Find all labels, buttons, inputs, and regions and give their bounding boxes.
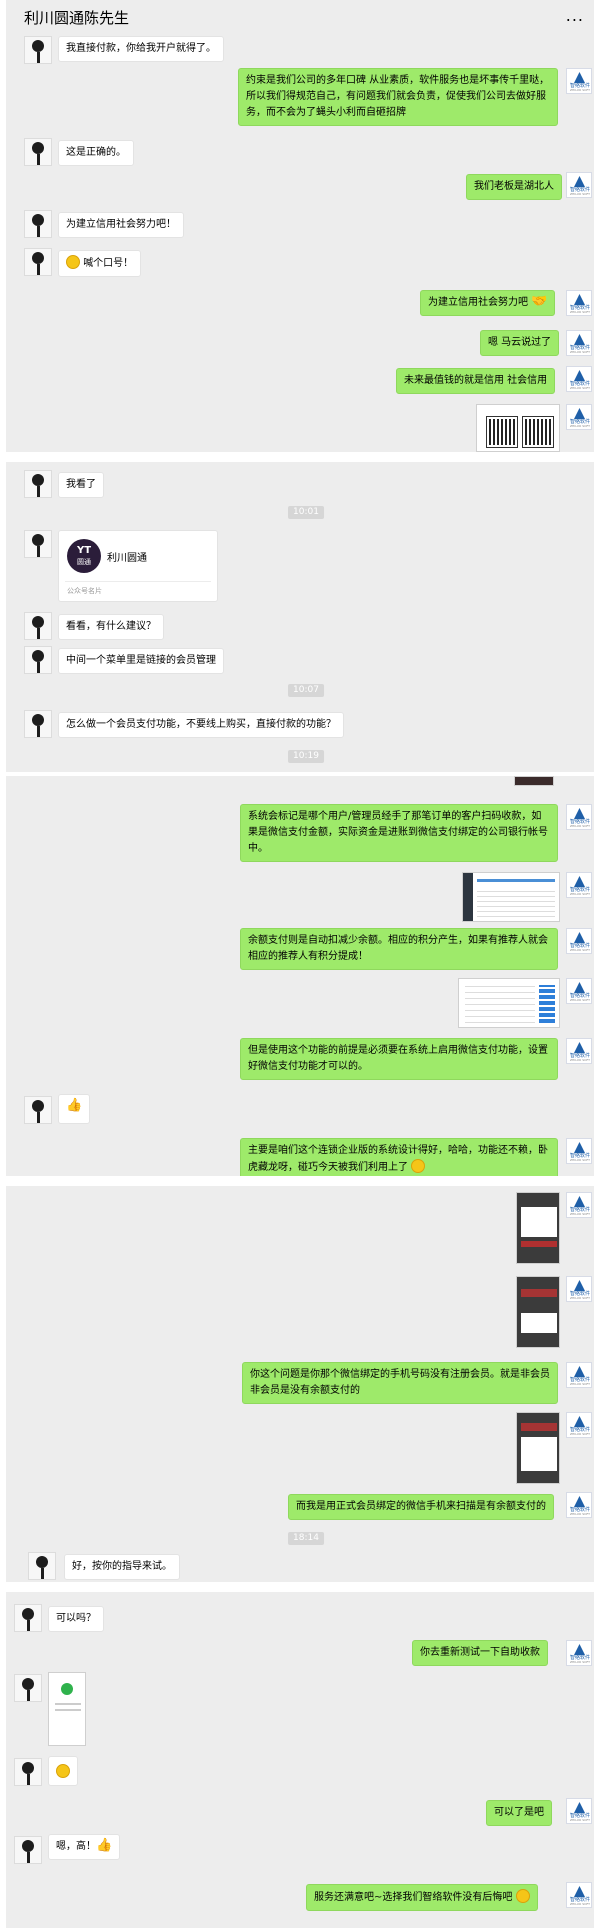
message-outgoing: 你去重新测试一下自助收款 [412, 1640, 548, 1666]
phone-screenshot-image[interactable] [516, 1276, 560, 1348]
card-type-label: 公众号名片 [67, 587, 102, 595]
message-outgoing: 而我是用正式会员绑定的微信手机来扫描是有余额支付的 [288, 1494, 554, 1520]
self-avatar[interactable]: 智络软件 ZHILUO SOFT [566, 1038, 592, 1064]
message-incoming: 👍 [58, 1094, 90, 1124]
contact-avatar[interactable] [28, 1552, 56, 1580]
contact-avatar[interactable] [14, 1758, 42, 1786]
self-avatar[interactable]: 智络软件 ZHILUO SOFT [566, 1492, 592, 1518]
contact-avatar[interactable] [24, 710, 52, 738]
phone-screenshot-image[interactable] [516, 1412, 560, 1484]
message-outgoing: 约束是我们公司的多年口碑 从业素质，软件服务也是坏事传千里哒，所以我们得规范自己… [238, 68, 558, 126]
phone-screenshot-image[interactable] [516, 1192, 560, 1264]
contact-avatar[interactable] [24, 36, 52, 64]
smile-emoji-icon [56, 1764, 70, 1778]
card-account-name: 利川圆通 [107, 553, 147, 564]
message-incoming [48, 1756, 78, 1786]
chat-section-3: 系统会标记是哪个用户/管理员经手了那笔订单的客户扫码收款，如果是微信支付金额，实… [6, 776, 594, 1176]
grin-emoji-icon [411, 1159, 426, 1173]
message-outgoing: 未来最值钱的就是信用 社会信用 [396, 368, 556, 394]
self-avatar[interactable]: 智络软件 ZHILUO SOFT [566, 1412, 592, 1438]
chat-section-5: 可以吗？ 你去重新测试一下自助收款 智络软件 ZHILUO SOFT 可以了是吧 … [6, 1592, 594, 1928]
contact-avatar[interactable] [24, 646, 52, 674]
message-incoming: 我直接付款，你给我开户就得了。 [58, 36, 224, 62]
message-incoming: 我看了 [58, 472, 104, 498]
message-outgoing: 嗯 马云说过了 [480, 330, 560, 356]
phone-screenshot-image[interactable] [48, 1672, 86, 1746]
self-avatar[interactable]: 智络软件 ZHILUO SOFT [566, 1362, 592, 1388]
contact-avatar[interactable] [24, 1096, 52, 1124]
contact-avatar[interactable] [14, 1674, 42, 1702]
self-avatar[interactable]: 智络软件 ZHILUO SOFT [566, 68, 592, 94]
message-outgoing: 余额支付则是自动扣减少余额。相应的积分产生，如果有推荐人就会相应的推荐人有积分提… [240, 928, 558, 970]
chat-title: 利川圆通陈先生 [24, 9, 130, 27]
message-outgoing: 你这个问题是你那个微信绑定的手机号码没有注册会员。就是非会员 非会员是没有余额支… [242, 1362, 558, 1404]
timestamp: 10:19 [288, 750, 324, 763]
chat-header: 利川圆通陈先生 ... [6, 0, 594, 36]
self-avatar[interactable]: 智络软件 ZHILUO SOFT [566, 978, 592, 1004]
timestamp: 10:01 [288, 506, 324, 519]
thumbs-up-emoji-icon: 👍 [96, 1838, 113, 1853]
message-outgoing: 为建立信用社会努力吧 🤝 [420, 290, 556, 316]
message-outgoing: 可以了是吧 [486, 1800, 552, 1826]
thumbs-up-emoji-icon: 👍 [66, 1098, 83, 1113]
self-avatar[interactable]: 智络软件 ZHILUO SOFT [566, 330, 592, 356]
qr-code-image[interactable] [476, 404, 560, 452]
message-incoming: 喊个口号！ [58, 250, 142, 277]
contact-avatar[interactable] [24, 248, 52, 276]
more-options-icon[interactable]: ... [566, 6, 584, 25]
laugh-emoji-icon [515, 1889, 530, 1903]
message-outgoing: 服务还满意吧~选择我们智络软件没有后悔吧 [306, 1884, 538, 1911]
message-outgoing: 但是使用这个功能的前提是必须要在系统上启用微信支付功能，设置好微信支付功能才可以… [240, 1038, 558, 1080]
self-avatar[interactable]: 智络软件 ZHILUO SOFT [566, 290, 592, 316]
contact-avatar[interactable] [24, 530, 52, 558]
timestamp: 18:14 [288, 1532, 324, 1545]
self-avatar[interactable]: 智络软件 ZHILUO SOFT [566, 1640, 592, 1666]
smile-emoji-icon [66, 255, 80, 269]
message-outgoing: 我们老板是湖北人 [466, 174, 562, 200]
timestamp: 10:07 [288, 684, 324, 697]
contact-avatar[interactable] [24, 138, 52, 166]
screenshot-image[interactable] [458, 978, 560, 1028]
message-incoming: 好，按你的指导来试。 [64, 1554, 180, 1580]
screenshot-image[interactable] [514, 776, 554, 786]
contact-avatar[interactable] [24, 612, 52, 640]
chat-section-1: 利川圆通陈先生 ... 我直接付款，你给我开户就得了。 约束是我们公司的多年口碑… [6, 0, 594, 452]
message-outgoing: 系统会标记是哪个用户/管理员经手了那笔订单的客户扫码收款，如果是微信支付金额，实… [240, 804, 558, 862]
self-avatar[interactable]: 智络软件 ZHILUO SOFT [566, 366, 592, 392]
chat-section-2: 我看了 10:01 YT 圆通 利川圆通 公众号名片 看看，有什么建议？ 中间一… [6, 462, 594, 772]
message-incoming: 嗯，高！👍 [48, 1834, 121, 1860]
message-incoming: 怎么做一个会员支付功能，不要线上购买，直接付款的功能？ [58, 712, 344, 738]
self-avatar[interactable]: 智络软件 ZHILUO SOFT [566, 1798, 592, 1824]
self-avatar[interactable]: 智络软件 ZHILUO SOFT [566, 928, 592, 954]
message-incoming: 看看，有什么建议？ [58, 614, 164, 640]
contact-avatar[interactable] [14, 1836, 42, 1864]
message-outgoing: 主要是咱们这个连锁企业版的系统设计得好，哈哈，功能还不赖，卧虎藏龙呀，碰巧今天被… [240, 1138, 558, 1176]
self-avatar[interactable]: 智络软件 ZHILUO SOFT [566, 1138, 592, 1164]
self-avatar[interactable]: 智络软件 ZHILUO SOFT [566, 872, 592, 898]
self-avatar[interactable]: 智络软件 ZHILUO SOFT [566, 1276, 592, 1302]
message-incoming: 为建立信用社会努力吧！ [58, 212, 184, 238]
message-incoming: 中间一个菜单里是链接的会员管理 [58, 648, 224, 674]
account-logo-icon: YT 圆通 [67, 539, 101, 573]
self-avatar[interactable]: 智络软件 ZHILUO SOFT [566, 1192, 592, 1218]
contact-avatar[interactable] [24, 210, 52, 238]
contact-avatar[interactable] [14, 1604, 42, 1632]
message-incoming: 这是正确的。 [58, 140, 134, 166]
self-avatar[interactable]: 智络软件 ZHILUO SOFT [566, 804, 592, 830]
message-incoming: 可以吗？ [48, 1606, 104, 1632]
self-avatar[interactable]: 智络软件 ZHILUO SOFT [566, 404, 592, 430]
chat-section-4: 智络软件 ZHILUO SOFT 智络软件 ZHILUO SOFT 你这个问题是你那… [6, 1186, 594, 1582]
self-avatar[interactable]: 智络软件 ZHILUO SOFT [566, 1882, 592, 1908]
handshake-emoji-icon: 🤝 [531, 294, 548, 309]
official-account-card[interactable]: YT 圆通 利川圆通 公众号名片 [58, 530, 218, 602]
contact-avatar[interactable] [24, 470, 52, 498]
screenshot-image[interactable] [462, 872, 560, 922]
self-avatar[interactable]: 智络软件 ZHILUO SOFT [566, 172, 592, 198]
